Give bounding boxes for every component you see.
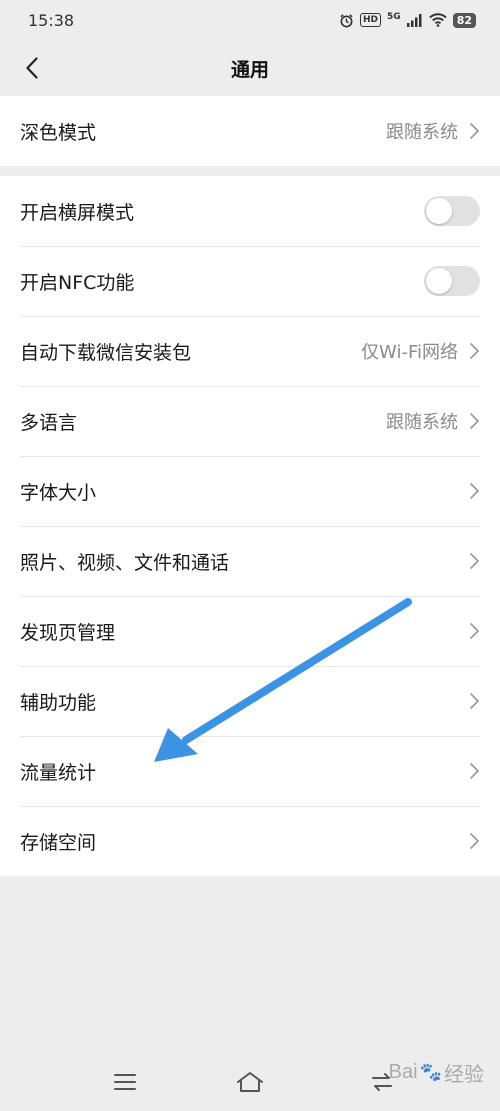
paw-icon: 🐾 [419,1062,442,1082]
network-type: 5G [387,12,401,22]
settings-group-general: 开启横屏模式 开启NFC功能 自动下载微信安装包 仅Wi-Fi网络 多语言 跟随… [0,176,500,876]
watermark-left: Bai [388,1061,418,1083]
chevron-right-icon [468,122,480,140]
row-value: 跟随系统 [386,122,458,143]
row-data-usage[interactable]: 流量统计 [0,736,500,806]
status-bar: 15:38 HD 5G 82 [0,0,500,40]
watermark-right: 经验 [444,1064,484,1086]
row-nfc: 开启NFC功能 [0,246,500,316]
row-storage[interactable]: 存储空间 [0,806,500,876]
chevron-right-icon [468,482,480,500]
back-button[interactable] [14,50,50,86]
row-auto-download[interactable]: 自动下载微信安装包 仅Wi-Fi网络 [0,316,500,386]
wifi-icon [428,13,447,27]
hd-badge: HD [360,13,382,27]
baidu-watermark: Bai 🐾 经验 [389,1058,484,1087]
battery-indicator: 82 [452,12,476,28]
settings-group-display: 深色模式 跟随系统 [0,96,500,166]
row-media-calls[interactable]: 照片、视频、文件和通话 [0,526,500,596]
row-value: 仅Wi-Fi网络 [361,342,458,363]
signal-icon [406,13,423,27]
row-accessibility[interactable]: 辅助功能 [0,666,500,736]
alarm-icon [339,13,354,28]
row-language[interactable]: 多语言 跟随系统 [0,386,500,456]
page-title: 通用 [230,58,269,81]
row-label: 照片、视频、文件和通话 [20,551,230,574]
back-icon [26,57,38,79]
row-discover-management[interactable]: 发现页管理 [0,596,500,666]
row-label: 发现页管理 [20,621,116,644]
row-value: 跟随系统 [386,412,458,433]
row-label: 辅助功能 [20,691,97,714]
status-icons: HD 5G 82 [339,12,476,28]
toggle-knob [426,268,452,294]
row-label: 深色模式 [20,121,97,144]
row-label: 自动下载微信安装包 [20,341,192,364]
row-font-size[interactable]: 字体大小 [0,456,500,526]
chevron-right-icon [468,552,480,570]
landscape-toggle[interactable] [424,196,480,226]
chevron-right-icon [468,832,480,850]
row-label: 流量统计 [20,761,97,784]
chevron-right-icon [468,412,480,430]
row-dark-mode[interactable]: 深色模式 跟随系统 [0,96,500,166]
status-time: 15:38 [28,10,75,30]
toggle-knob [426,198,452,224]
chevron-right-icon [468,762,480,780]
chevron-right-icon [468,342,480,360]
row-label: 开启横屏模式 [20,201,135,224]
nfc-toggle[interactable] [424,266,480,296]
menu-button[interactable] [105,1064,145,1100]
row-label: 字体大小 [20,481,97,504]
row-label: 存储空间 [20,831,97,854]
chevron-right-icon [468,622,480,640]
home-icon [237,1072,263,1092]
header: 通用 [0,40,500,96]
row-label: 多语言 [20,411,78,434]
row-landscape-mode: 开启横屏模式 [0,176,500,246]
chevron-right-icon [468,692,480,710]
row-label: 开启NFC功能 [20,271,135,294]
menu-icon [114,1074,136,1090]
home-button[interactable] [230,1064,270,1100]
